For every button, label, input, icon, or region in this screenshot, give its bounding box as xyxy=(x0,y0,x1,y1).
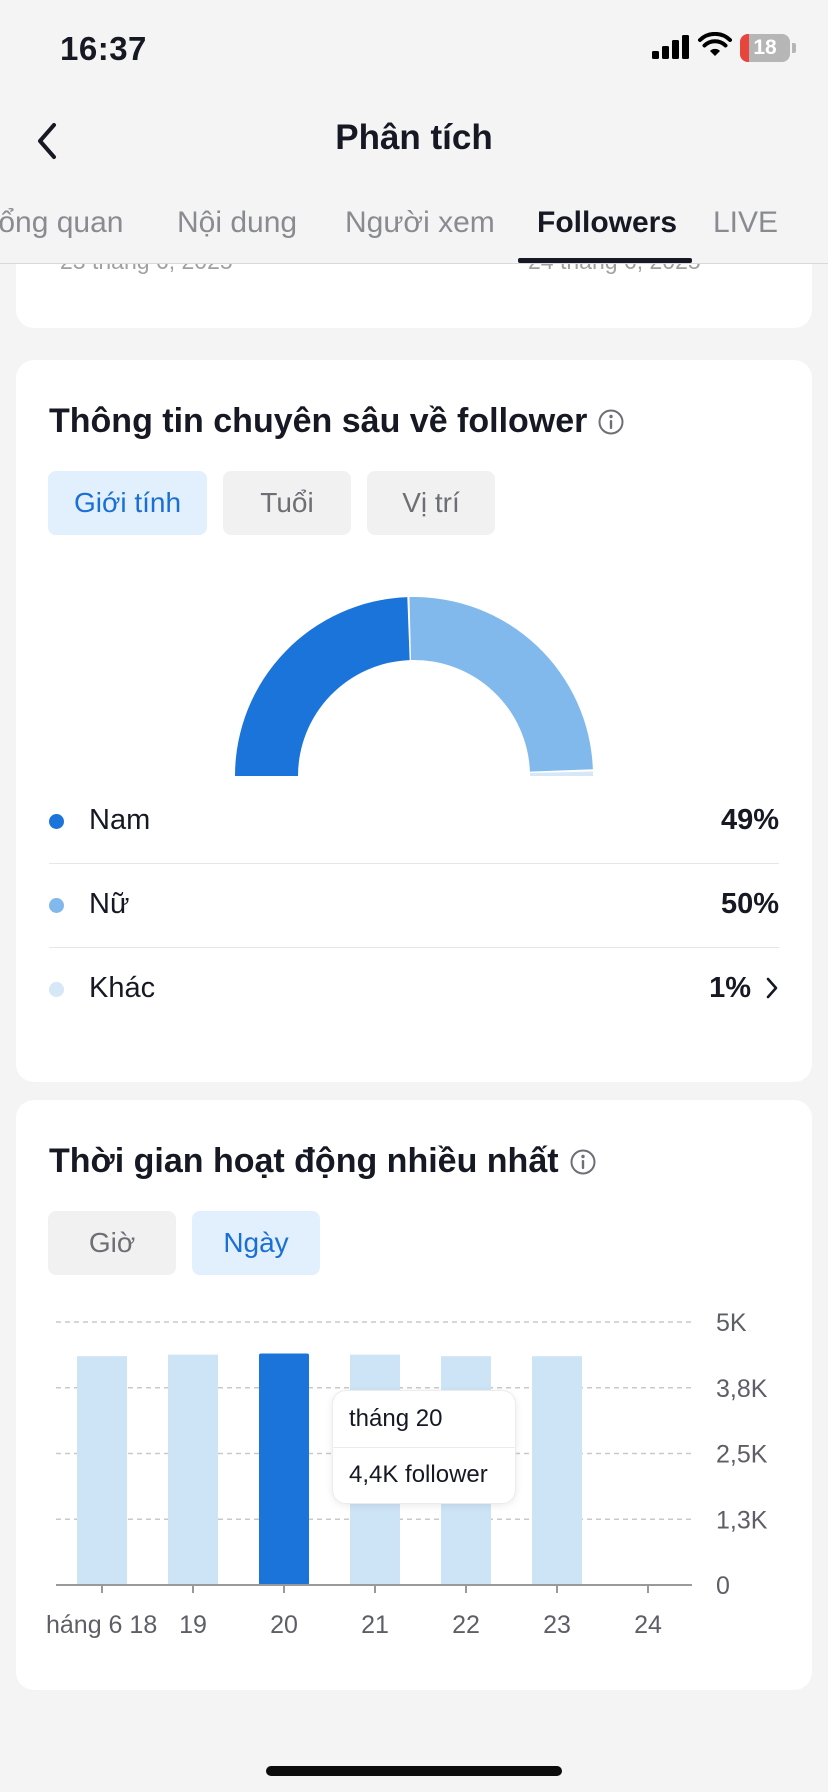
chevron-right-icon xyxy=(765,976,779,1005)
y-tick-label: 3,8K xyxy=(716,1375,768,1403)
tab-active-indicator xyxy=(518,258,692,263)
active-time-card: Thời gian hoạt động nhiều nhất Giờ Ngày … xyxy=(16,1100,812,1690)
legend-value-male: 49% xyxy=(720,804,779,836)
chip-gender[interactable]: Giới tính xyxy=(48,471,207,535)
y-tick-label: 0 xyxy=(716,1572,730,1600)
gender-donut-chart xyxy=(235,597,593,776)
donut-slice-1 xyxy=(409,597,593,772)
legend-dot-other xyxy=(49,982,64,997)
legend-dot-female xyxy=(49,898,64,913)
legend-label-female: Nữ xyxy=(89,888,130,920)
legend-value-female: 50% xyxy=(720,888,779,920)
battery-icon: 18 xyxy=(740,34,790,62)
x-tick-label: 23 xyxy=(543,1611,571,1639)
legend-row-female: Nữ 50% xyxy=(49,864,779,948)
y-tick-label: 1,3K xyxy=(716,1506,768,1534)
date-end: 24 tháng 6, 2025 xyxy=(528,264,701,275)
tab-overview[interactable]: Tổng quan xyxy=(0,206,123,240)
cellular-signal-icon xyxy=(652,35,690,64)
tab-followers[interactable]: Followers xyxy=(537,206,677,240)
bar-1[interactable] xyxy=(168,1354,218,1585)
legend-label-male: Nam xyxy=(89,804,151,836)
tooltip-title: tháng 20 xyxy=(349,1405,443,1432)
x-tick-label: 22 xyxy=(452,1611,480,1639)
chip-age[interactable]: Tuổi xyxy=(223,471,351,535)
tab-live[interactable]: LIVE xyxy=(713,206,778,240)
legend-label-other: Khác xyxy=(89,972,156,1004)
battery-level: 18 xyxy=(753,36,777,59)
tooltip-value: 4,4K follower xyxy=(349,1461,488,1488)
battery-tip xyxy=(792,43,796,53)
page-title: Phân tích xyxy=(335,118,493,157)
y-tick-label: 2,5K xyxy=(716,1441,768,1469)
legend-dot-male xyxy=(49,814,64,829)
date-start: 23 tháng 6, 2025 xyxy=(60,264,233,275)
x-tick-label: 24 xyxy=(634,1611,662,1639)
donut-slice-2 xyxy=(529,771,593,776)
y-tick-label: 5K xyxy=(716,1309,747,1337)
insights-title: Thông tin chuyên sâu về follower xyxy=(49,402,625,441)
legend-row-other[interactable]: Khác 1% xyxy=(49,948,779,1032)
wifi-icon xyxy=(698,31,732,63)
bar-0[interactable] xyxy=(77,1356,127,1585)
chip-location[interactable]: Vị trí xyxy=(367,471,495,535)
info-icon[interactable] xyxy=(597,408,625,436)
tab-content[interactable]: Nội dung xyxy=(177,206,297,240)
bar-5[interactable] xyxy=(532,1356,582,1585)
tooltip-divider xyxy=(333,1447,515,1448)
tab-viewers[interactable]: Người xem xyxy=(345,206,495,240)
legend-value-other: 1% xyxy=(709,972,751,1004)
bar-2[interactable] xyxy=(259,1353,309,1585)
x-tick-label: háng 6 18 xyxy=(46,1611,157,1639)
x-tick-label: 21 xyxy=(361,1611,389,1639)
home-indicator xyxy=(266,1766,562,1776)
status-time: 16:37 xyxy=(60,30,147,67)
follower-insights-card: Thông tin chuyên sâu về follower Giới tí… xyxy=(16,360,812,1082)
legend-row-male: Nam 49% xyxy=(49,780,779,864)
tab-bar: Tổng quan Nội dung Người xem Followers L… xyxy=(0,196,828,264)
insights-title-text: Thông tin chuyên sâu về follower xyxy=(49,402,588,440)
date-range-card: 23 tháng 6, 2025 24 tháng 6, 2025 xyxy=(16,264,812,328)
chart-tooltip: tháng 20 4,4K follower xyxy=(332,1390,516,1504)
x-tick-label: 19 xyxy=(179,1611,207,1639)
status-bar: 16:37 18 xyxy=(0,0,828,100)
donut-slice-0 xyxy=(235,597,410,776)
x-tick-label: 20 xyxy=(270,1611,298,1639)
